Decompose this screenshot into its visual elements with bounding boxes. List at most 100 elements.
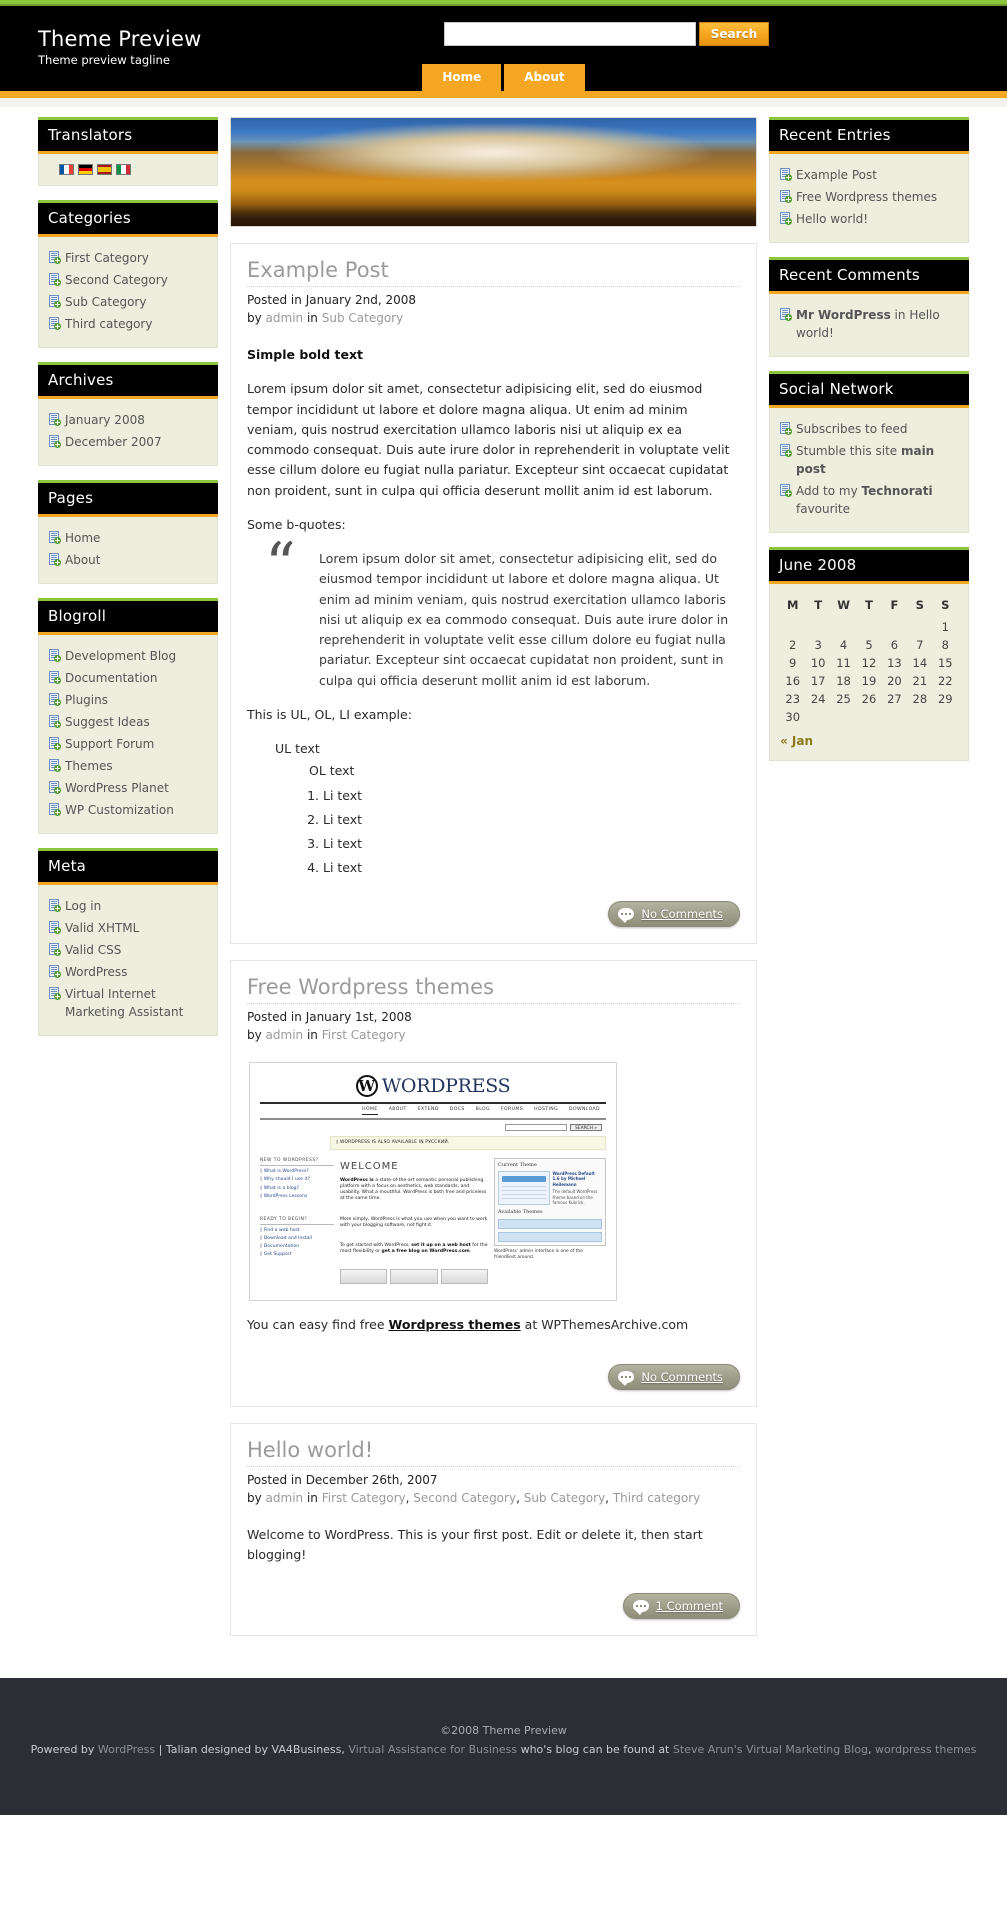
- blogroll-link[interactable]: Documentation: [65, 669, 158, 687]
- list-item[interactable]: Stumble this site main post: [780, 440, 958, 480]
- list-item[interactable]: Third category: [49, 313, 207, 335]
- list-item[interactable]: WP Customization: [49, 799, 207, 821]
- post-category-link[interactable]: First Category: [322, 1028, 406, 1042]
- post-author-link[interactable]: admin: [266, 311, 304, 325]
- search-input[interactable]: [444, 22, 696, 46]
- blogroll-link[interactable]: WordPress Planet: [65, 779, 169, 797]
- category-link[interactable]: Sub Category: [65, 293, 146, 311]
- wp-search-button: SEARCH »: [570, 1124, 602, 1132]
- list-item[interactable]: Free Wordpress themes: [780, 186, 958, 208]
- post-example-post: Example Post Posted in January 2nd, 2008…: [230, 243, 757, 944]
- blogroll-link[interactable]: Themes: [65, 757, 113, 775]
- wordpress-themes-link[interactable]: Wordpress themes: [389, 1317, 521, 1332]
- footer-link-wordpress[interactable]: WordPress: [98, 1743, 155, 1756]
- meta-link[interactable]: Virtual Internet Marketing Assistant: [65, 985, 207, 1021]
- calendar-day: 23: [785, 692, 801, 706]
- list-item[interactable]: Valid CSS: [49, 939, 207, 961]
- meta-link[interactable]: Valid XHTML: [65, 919, 139, 937]
- archive-link[interactable]: December 2007: [65, 433, 162, 451]
- list-item[interactable]: Plugins: [49, 689, 207, 711]
- recent-entry-link[interactable]: Hello world!: [796, 210, 868, 228]
- nav-item-about[interactable]: About: [504, 64, 585, 91]
- comments-button[interactable]: No Comments: [608, 900, 740, 927]
- nav-item-home[interactable]: Home: [422, 64, 502, 91]
- list-item[interactable]: Subscribes to feed: [780, 418, 958, 440]
- list-item[interactable]: Mr WordPress in Hello world!: [780, 304, 958, 344]
- archive-link[interactable]: January 2008: [65, 411, 145, 429]
- footer-link-blog[interactable]: Steve Arun's Virtual Marketing Blog: [673, 1743, 868, 1756]
- post-category-link[interactable]: First Category: [322, 1491, 406, 1505]
- list-item[interactable]: Virtual Internet Marketing Assistant: [49, 983, 207, 1023]
- list-item[interactable]: Second Category: [49, 269, 207, 291]
- meta-link[interactable]: WordPress: [65, 963, 127, 981]
- list-item[interactable]: Sub Category: [49, 291, 207, 313]
- category-link[interactable]: Third category: [65, 315, 152, 333]
- wp-right-col: Current Theme WordPress Default 1.6 by M…: [494, 1158, 606, 1284]
- post-category-link[interactable]: Third category: [613, 1491, 700, 1505]
- calendar-day: [831, 708, 856, 726]
- calendar-day: [907, 618, 932, 636]
- list-item[interactable]: Hello world!: [780, 208, 958, 230]
- post-title[interactable]: Hello world!: [247, 1438, 740, 1467]
- blogroll-link[interactable]: Support Forum: [65, 735, 154, 753]
- post-category-link[interactable]: Sub Category: [322, 311, 403, 325]
- posted-prefix: Posted in: [247, 1009, 306, 1024]
- body-pre: You can easy find free: [247, 1317, 389, 1333]
- list-item[interactable]: Development Blog: [49, 645, 207, 667]
- list-item[interactable]: December 2007: [49, 431, 207, 453]
- post-paragraph: Lorem ipsum dolor sit amet, consectetur …: [247, 381, 730, 498]
- flag-italy-icon[interactable]: [116, 164, 131, 175]
- calendar-prev-link[interactable]: « Jan: [780, 734, 813, 748]
- search-button[interactable]: Search: [699, 22, 769, 46]
- recent-entry-link[interactable]: Free Wordpress themes: [796, 188, 937, 206]
- meta-link[interactable]: Valid CSS: [65, 941, 121, 959]
- flag-spain-icon[interactable]: [97, 164, 112, 175]
- category-link[interactable]: First Category: [65, 249, 149, 267]
- list-item[interactable]: Suggest Ideas: [49, 711, 207, 733]
- ul-text: UL text: [275, 741, 320, 756]
- post-category-link[interactable]: Second Category: [413, 1491, 516, 1505]
- blogroll-link[interactable]: Suggest Ideas: [65, 713, 150, 731]
- nav-link-about[interactable]: About: [504, 64, 585, 91]
- post-category-link[interactable]: Sub Category: [524, 1491, 605, 1505]
- post-title[interactable]: Free Wordpress themes: [247, 975, 740, 1004]
- meta-link[interactable]: Log in: [65, 897, 101, 915]
- header-spacer: [0, 98, 1007, 107]
- post-author-link[interactable]: admin: [266, 1491, 304, 1505]
- list-item[interactable]: WordPress Planet: [49, 777, 207, 799]
- comments-button[interactable]: 1 Comment: [622, 1593, 740, 1620]
- nav-link-home[interactable]: Home: [422, 64, 502, 91]
- post-title[interactable]: Example Post: [247, 258, 740, 287]
- list-item[interactable]: Example Post: [780, 164, 958, 186]
- recent-entry-link[interactable]: Example Post: [796, 166, 877, 184]
- list-item[interactable]: About: [49, 549, 207, 571]
- list-item[interactable]: Home: [49, 527, 207, 549]
- social-strong: Technorati: [861, 484, 933, 498]
- widget-recent-comments: Recent Comments Mr WordPress in Hello wo…: [769, 257, 969, 357]
- page-link[interactable]: Home: [65, 529, 100, 547]
- flag-germany-icon[interactable]: [78, 164, 93, 175]
- post-author-link[interactable]: admin: [266, 1028, 304, 1042]
- footer-link-va4business[interactable]: Virtual Assistance for Business: [345, 1743, 517, 1756]
- blogroll-link[interactable]: Plugins: [65, 691, 108, 709]
- list-item[interactable]: January 2008: [49, 409, 207, 431]
- list-item[interactable]: Log in: [49, 895, 207, 917]
- flag-france-icon[interactable]: [59, 164, 74, 175]
- category-link[interactable]: Second Category: [65, 271, 168, 289]
- footer-link-wordpress-themes[interactable]: wordpress themes: [875, 1743, 976, 1756]
- blogroll-link[interactable]: Development Blog: [65, 647, 176, 665]
- list-item[interactable]: Documentation: [49, 667, 207, 689]
- list-item[interactable]: WordPress: [49, 961, 207, 983]
- document-icon: [49, 413, 61, 426]
- list-item[interactable]: Themes: [49, 755, 207, 777]
- list-item[interactable]: Support Forum: [49, 733, 207, 755]
- blogroll-link[interactable]: WP Customization: [65, 801, 174, 819]
- comments-button[interactable]: No Comments: [608, 1363, 740, 1390]
- page-link[interactable]: About: [65, 551, 100, 569]
- list-item[interactable]: Add to my Technorati favourite: [780, 480, 958, 520]
- list-item[interactable]: Valid XHTML: [49, 917, 207, 939]
- wp-p3-bold1: set it up on a web host: [411, 1242, 471, 1248]
- wp-sidebar-link: ◊ What is a blog?: [260, 1185, 300, 1191]
- page-wrapper: Translators Categories First Category Se…: [0, 107, 1007, 1637]
- list-item[interactable]: First Category: [49, 247, 207, 269]
